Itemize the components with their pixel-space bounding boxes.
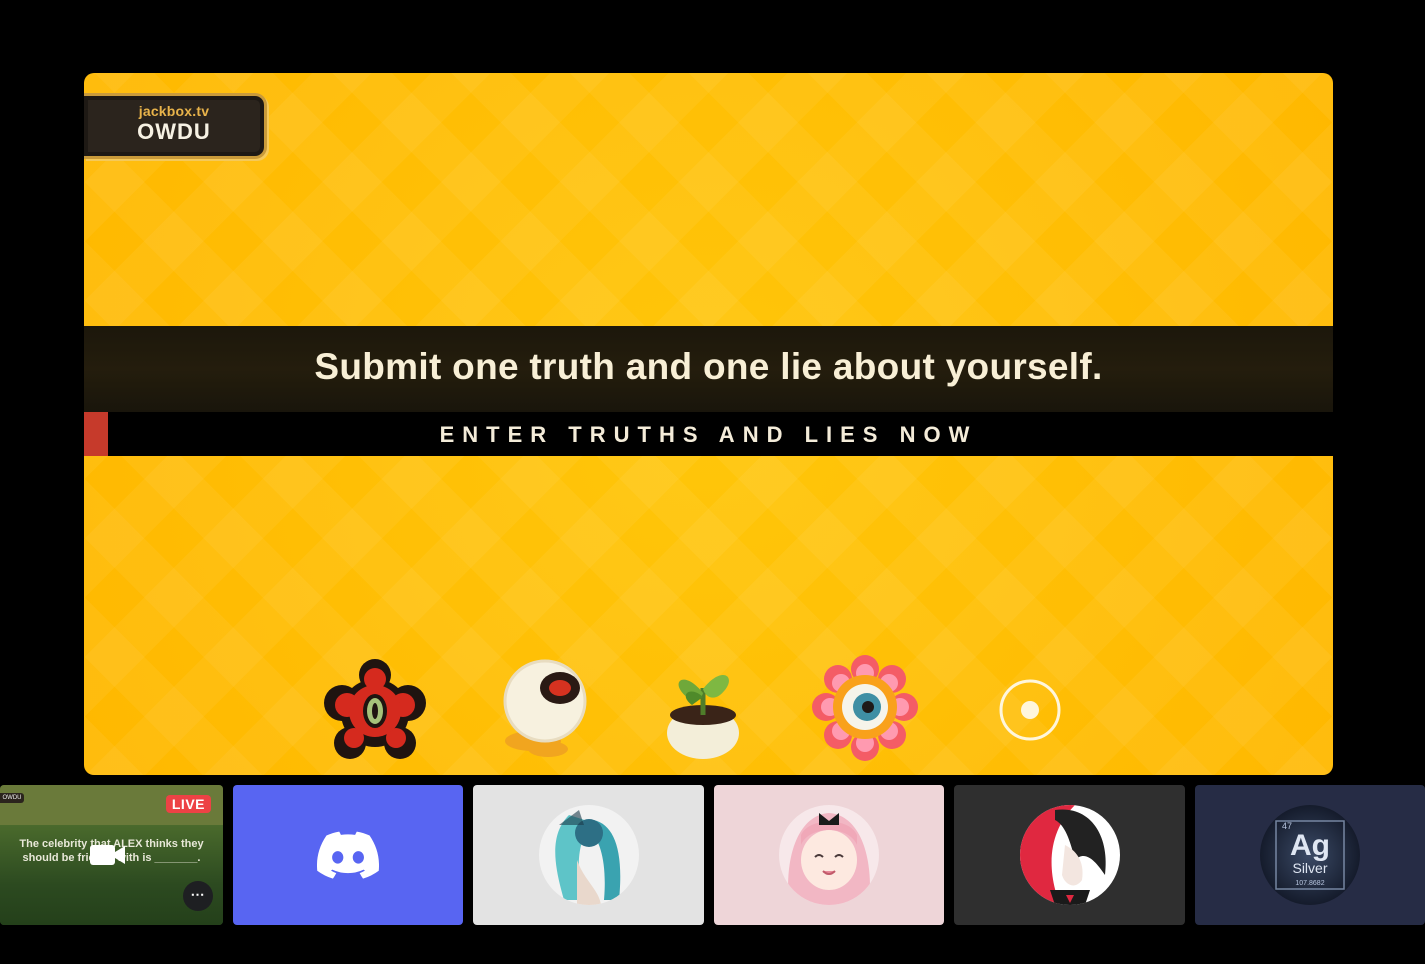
prompt-text: Submit one truth and one lie about yours… — [314, 346, 1103, 387]
jackbox-site-label: jackbox.tv — [138, 103, 210, 119]
room-code-badge: jackbox.tv OWDU — [84, 93, 267, 159]
discord-logo-icon — [317, 831, 379, 879]
participant-tile-4[interactable]: 47 Ag Silver 107.8682 — [1195, 785, 1425, 925]
red-flower-eye-icon — [320, 653, 430, 763]
room-code: OWDU — [137, 119, 211, 144]
instruction-text: ENTER TRUTHS AND LIES NOW — [439, 422, 978, 447]
participant-tile-2[interactable] — [714, 785, 944, 925]
element-name: Silver — [1292, 860, 1327, 876]
sprout-pot-icon — [648, 653, 758, 763]
element-symbol: Ag — [1290, 829, 1330, 862]
participant-tile-3[interactable] — [954, 785, 1185, 925]
video-camera-icon — [90, 845, 125, 865]
stream-tile[interactable]: OWDU LIVE The celebrity that ALEX thinks… — [0, 785, 223, 925]
game-stream-view[interactable]: jackbox.tv OWDU Submit one truth and one… — [84, 73, 1333, 775]
discord-tile[interactable] — [233, 785, 463, 925]
pink-flower-eye-icon — [810, 653, 920, 763]
more-options-button[interactable]: ⋯ — [183, 881, 213, 911]
avatar — [538, 805, 639, 905]
empty-slot-icon — [975, 653, 1085, 763]
player-avatar-row — [84, 653, 1333, 763]
participant-tiles: OWDU LIVE The celebrity that ALEX thinks… — [0, 785, 1425, 925]
live-badge: LIVE — [165, 795, 211, 813]
avatar — [1019, 805, 1120, 905]
avatar — [779, 805, 879, 905]
atomic-weight: 107.8682 — [1295, 880, 1324, 887]
participant-tile-1[interactable] — [473, 785, 704, 925]
stream-room-badge: OWDU — [0, 793, 24, 803]
eyeball-icon — [488, 653, 598, 763]
avatar: 47 Ag Silver 107.8682 — [1260, 805, 1360, 905]
